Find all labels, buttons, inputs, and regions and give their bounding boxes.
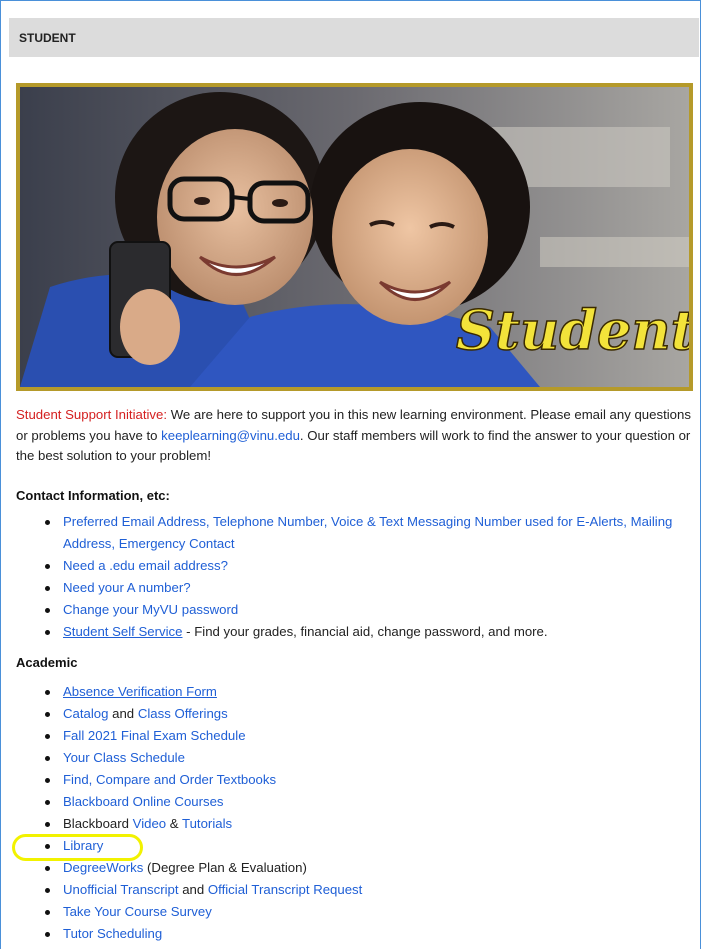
list-item: Library <box>45 835 702 857</box>
list-item: Fall 2021 Final Exam Schedule <box>45 725 702 747</box>
edu-email-link[interactable]: Need a .edu email address? <box>63 558 228 573</box>
blackboard-online-link[interactable]: Blackboard Online Courses <box>63 794 224 809</box>
catalog-link[interactable]: Catalog <box>63 706 108 721</box>
blackboard-prefix: Blackboard <box>63 816 133 831</box>
list-item: Absence Verification Form <box>45 681 702 703</box>
list-item: Tutor Scheduling <box>45 923 702 945</box>
contact-heading: Contact Information, etc: <box>16 488 170 503</box>
preferred-contact-link[interactable]: Preferred Email Address, Telephone Numbe… <box>63 514 672 551</box>
list-item: Blackboard Video & Tutorials <box>45 813 702 835</box>
and-text: and <box>178 882 208 897</box>
list-item: Need your A number? <box>45 577 702 599</box>
contact-list: Preferred Email Address, Telephone Numbe… <box>16 511 702 643</box>
hero-banner: Student <box>16 83 693 391</box>
official-transcript-link[interactable]: Official Transcript Request <box>208 882 362 897</box>
list-item: Your Class Schedule <box>45 747 702 769</box>
class-schedule-link[interactable]: Your Class Schedule <box>63 750 185 765</box>
list-item: Need a .edu email address? <box>45 555 702 577</box>
unofficial-transcript-link[interactable]: Unofficial Transcript <box>63 882 179 897</box>
tutorials-link[interactable]: Tutorials <box>182 816 232 831</box>
academic-heading: Academic <box>16 655 78 670</box>
degreeworks-text: (Degree Plan & Evaluation) <box>143 860 307 875</box>
list-item: Preferred Email Address, Telephone Numbe… <box>45 511 702 555</box>
final-exam-link[interactable]: Fall 2021 Final Exam Schedule <box>63 728 246 743</box>
self-service-text: - Find your grades, financial aid, chang… <box>182 624 548 639</box>
tutor-scheduling-link[interactable]: Tutor Scheduling <box>63 926 162 941</box>
list-item: Blackboard Online Courses <box>45 791 702 813</box>
hero-title: Student <box>456 298 689 362</box>
and-text: and <box>108 706 138 721</box>
support-intro: Student Support Initiative: We are here … <box>16 405 694 467</box>
support-label: Student Support Initiative: <box>16 407 168 422</box>
hero-photo: Student <box>20 87 689 387</box>
class-offerings-link[interactable]: Class Offerings <box>138 706 228 721</box>
list-item: Find, Compare and Order Textbooks <box>45 769 702 791</box>
textbooks-link[interactable]: Find, Compare and Order Textbooks <box>63 772 276 787</box>
degreeworks-link[interactable]: DegreeWorks <box>63 860 143 875</box>
support-email-link[interactable]: keeplearning@vinu.edu <box>161 428 300 443</box>
library-highlight-ring <box>12 834 143 861</box>
list-item: Change your MyVU password <box>45 599 702 621</box>
change-password-link[interactable]: Change your MyVU password <box>63 602 238 617</box>
self-service-link[interactable]: Student Self Service <box>63 624 183 639</box>
video-link[interactable]: Video <box>133 816 167 831</box>
section-header: STUDENT <box>9 18 699 57</box>
academic-list: Absence Verification Form Catalog and Cl… <box>16 681 702 945</box>
list-item: Student Self Service - Find your grades,… <box>45 621 702 643</box>
list-item: Unofficial Transcript and Official Trans… <box>45 879 702 901</box>
course-survey-link[interactable]: Take Your Course Survey <box>63 904 212 919</box>
list-item: DegreeWorks (Degree Plan & Evaluation) <box>45 857 702 879</box>
a-number-link[interactable]: Need your A number? <box>63 580 191 595</box>
section-title: STUDENT <box>19 31 76 45</box>
list-item: Catalog and Class Offerings <box>45 703 702 725</box>
list-item: Take Your Course Survey <box>45 901 702 923</box>
amp-text: & <box>166 816 183 831</box>
absence-form-link[interactable]: Absence Verification Form <box>63 684 217 699</box>
